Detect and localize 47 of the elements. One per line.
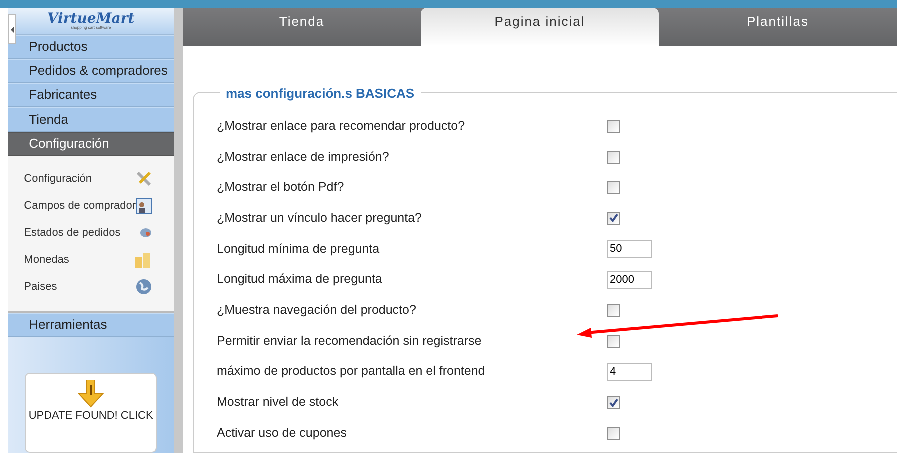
checkbox[interactable]: [607, 150, 620, 164]
checkbox[interactable]: [607, 212, 620, 225]
update-text: UPDATE FOUND! CLICK: [28, 409, 154, 424]
submenu-link[interactable]: Campos de comprador: [24, 198, 136, 215]
number-field[interactable]: 50: [607, 240, 652, 258]
number-field[interactable]: 2000: [607, 270, 652, 289]
setting-label: Permitir enviar la recomendación sin registrarse: [217, 332, 483, 350]
checkbox[interactable]: [607, 120, 620, 133]
tab[interactable]: Plantillas: [659, 8, 897, 46]
users-icon: [136, 198, 152, 214]
checkbox[interactable]: [607, 396, 620, 410]
caret-icon: [11, 27, 14, 33]
checkbox[interactable]: [607, 181, 620, 194]
submenu-link[interactable]: Paises: [24, 279, 58, 296]
submenu-link[interactable]: Configuración: [24, 171, 92, 188]
setting-label: Longitud máxima de pregunta: [217, 271, 384, 288]
setting-label: ¿Muestra navegación del producto?: [217, 302, 418, 320]
setting-label: Mostrar nivel de stock: [217, 394, 340, 412]
tab[interactable]: Tienda: [183, 8, 421, 46]
checkbox[interactable]: [607, 334, 620, 348]
setting-label: máximo de productos por pantalla en el frontend: [217, 363, 486, 380]
coins-icon: [134, 251, 152, 270]
sidebar-menu-item[interactable]: Configuración: [8, 132, 174, 156]
setting-label: Longitud mínima de pregunta: [217, 240, 381, 258]
tab[interactable]: Pagina inicial: [421, 8, 659, 46]
setting-label: ¿Mostrar un vínculo hacer pregunta?: [217, 210, 423, 228]
collapse-toggle[interactable]: [8, 14, 16, 44]
setting-label: ¿Mostrar enlace para recomendar producto?: [217, 118, 466, 135]
setting-label: ¿Mostrar el botón Pdf?: [217, 179, 346, 196]
setting-label: Activar uso de cupones: [217, 424, 348, 442]
warning-arrow-icon: [78, 380, 104, 408]
submenu-link[interactable]: Monedas: [24, 252, 70, 269]
logo-text: VirtueMart: [47, 12, 135, 26]
number-field[interactable]: 4: [607, 362, 652, 381]
checkbox[interactable]: [607, 304, 620, 317]
submenu-link[interactable]: Estados de pedidos: [24, 225, 121, 242]
checkbox[interactable]: [607, 426, 620, 440]
sidebar-menu-item[interactable]: Tienda: [8, 107, 174, 132]
update-notice[interactable]: UPDATE FOUND! CLICK: [25, 373, 158, 453]
sidebar-menu-item[interactable]: Pedidos & compradores: [8, 58, 174, 84]
globe-icon: [136, 279, 152, 296]
tools-icon: [136, 171, 152, 188]
sidebar-menu-item[interactable]: Productos: [8, 34, 174, 59]
sidebar-menu-item[interactable]: Fabricantes: [8, 83, 174, 108]
setting-label: ¿Mostrar enlace de impresión?: [217, 148, 390, 166]
status-icon: [140, 228, 152, 238]
sidebar-menu-item[interactable]: Herramientas: [8, 312, 174, 338]
